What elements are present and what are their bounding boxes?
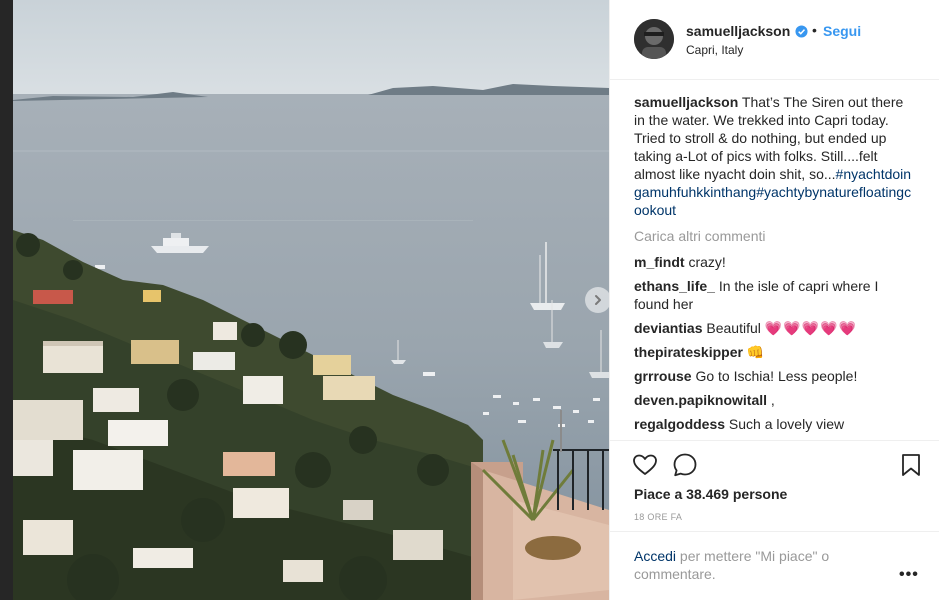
bookmark-icon [902,454,920,476]
chevron-right-icon [595,295,601,305]
heart-outline-icon [633,454,657,475]
comment-username[interactable]: deviantias [634,320,702,336]
like-button[interactable] [632,452,658,478]
comment-item: grrrouse Go to Ischia! Less people! [634,367,914,385]
comment-username[interactable]: m_findt [634,254,685,270]
verified-badge-icon [795,25,808,38]
caption-username[interactable]: samuelljackson [634,94,738,110]
post-header: samuelljackson • Segui Capri, Italy [610,0,939,80]
comment-item: deven.papiknowitall , [634,391,914,409]
save-button[interactable] [898,452,924,478]
login-prompt-bar: Accedi per mettere "Mi piace" o commenta… [610,531,939,600]
comment-item: m_findt crazy! [634,253,914,271]
post-author-username[interactable]: samuelljackson [686,23,790,39]
comment-text: , [770,392,775,408]
avatar[interactable] [634,19,674,59]
comment-item: ethans_life_ In the isle of capri where … [634,277,914,313]
avatar-photo [634,19,674,59]
comment-username[interactable]: thepirateskipper [634,344,743,360]
next-photo-button[interactable] [585,287,609,313]
likes-count[interactable]: Piace a 38.469 persone [634,486,787,502]
separator-dot: • [812,22,817,38]
post-photo[interactable] [13,0,609,600]
comment-button[interactable] [672,452,698,478]
pink-hearts-emoji: 💗💗💗💗💗 [764,320,857,336]
post-side-panel: samuelljackson • Segui Capri, Italy samu… [609,0,939,600]
comment-username[interactable]: ethans_life_ [634,278,715,294]
post-caption: samuelljackson That’s The Siren out ther… [634,93,914,219]
login-link[interactable]: Accedi [634,548,676,564]
post-actions: Piace a 38.469 persone 18 ORE FA Accedi … [610,440,939,600]
more-options-button[interactable]: ••• [899,566,919,584]
capri-landscape-image [13,0,609,600]
comment-text: Such a lovely view [728,416,845,432]
comment-item: thepirateskipper 👊 [634,343,914,361]
follow-button[interactable]: Segui [823,23,861,39]
load-more-comments-link[interactable]: Carica altri commenti [634,227,914,245]
comment-text: Go to Ischia! Less people! [695,368,858,384]
comment-username[interactable]: regalgoddess [634,416,725,432]
speech-bubble-icon [673,453,697,477]
comment-username[interactable]: deven.papiknowitall [634,392,767,408]
fist-emoji: 👊 [746,344,765,360]
ellipsis-icon: ••• [899,566,919,583]
comment-text: Beautiful [706,320,761,336]
post-timestamp: 18 ORE FA [634,512,683,522]
comment-item: deviantias Beautiful 💗💗💗💗💗 [634,319,914,337]
comment-item: regalgoddess Such a lovely view [634,415,914,433]
post-location[interactable]: Capri, Italy [686,43,743,57]
comment-username[interactable]: grrrouse [634,368,692,384]
left-dark-strip [0,0,13,600]
login-prompt: Accedi per mettere "Mi piace" o commenta… [634,547,884,583]
comment-text: crazy! [688,254,726,270]
comments-list[interactable]: samuelljackson That’s The Siren out ther… [634,93,914,439]
